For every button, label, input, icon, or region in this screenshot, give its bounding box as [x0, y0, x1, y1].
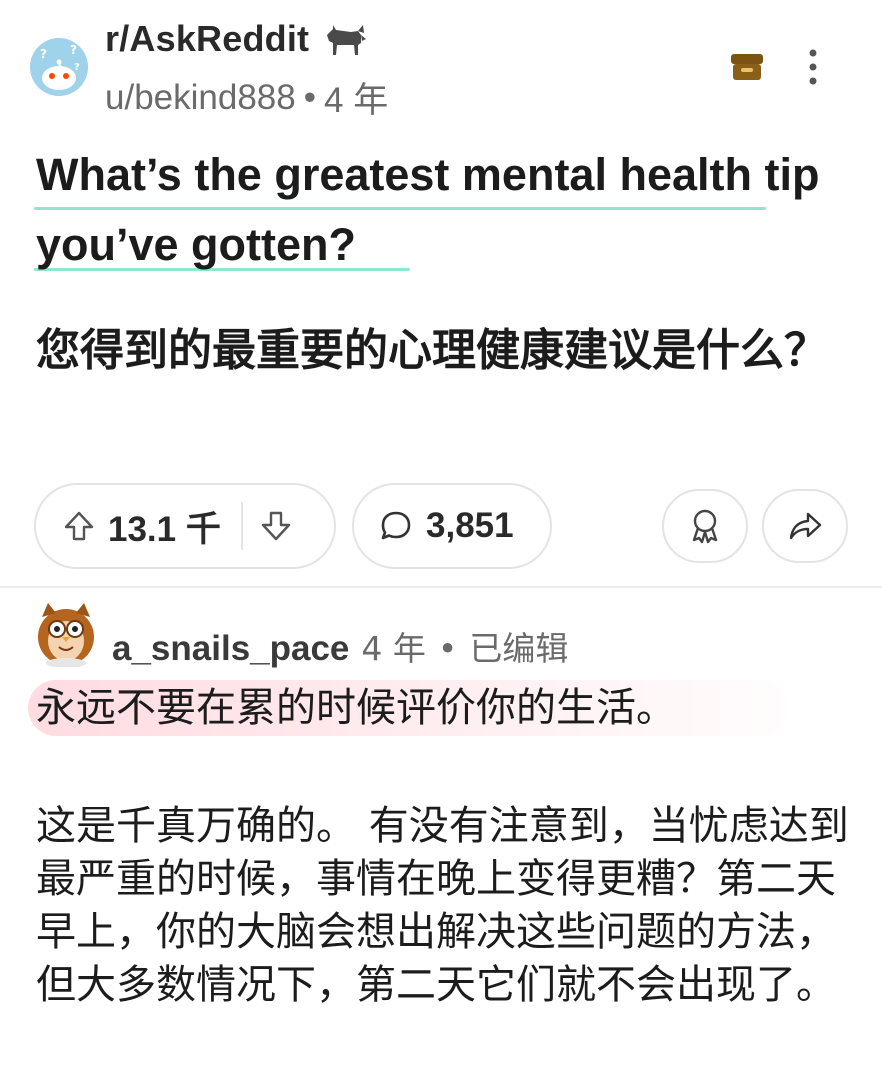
- edited-label: 已编辑: [469, 629, 569, 668]
- vote-control: 13.1 千: [34, 483, 336, 569]
- donkey-icon: [327, 25, 367, 55]
- post-header: ? ? ? r/AskReddit u/bekind888 • 4 年: [0, 0, 882, 130]
- share-button[interactable]: [762, 489, 848, 563]
- subreddit-avatar[interactable]: ? ? ?: [30, 38, 88, 96]
- svg-text:?: ?: [40, 47, 47, 61]
- subreddit-row: r/AskReddit: [105, 18, 367, 60]
- comment-body: 这是千真万确的。 有没有注意到，当忧虑达到最严重的时候，事情在晚上变得更糟？第二…: [36, 803, 849, 1008]
- share-arrow-icon: [789, 512, 822, 540]
- author-row: u/bekind888 • 4 年: [105, 72, 388, 123]
- award-icon: [692, 509, 718, 544]
- speech-bubble-icon: [381, 511, 411, 540]
- upvote-count: 13.1 千: [108, 509, 221, 549]
- owl-avatar[interactable]: [32, 595, 100, 667]
- snoo-avatar-icon: ? ? ?: [30, 38, 88, 96]
- post-title-chinese: 您得到的最重要的心理健康建议是什么？: [36, 325, 828, 376]
- comment-meta: a_snails_pace 4 年 • 已编辑: [112, 622, 568, 670]
- svg-text:?: ?: [74, 62, 80, 73]
- comment-first-line: 永远不要在累的时候评价你的生活。: [36, 685, 676, 731]
- comments-button[interactable]: 3,851: [352, 483, 552, 569]
- post-age: 4 年: [324, 81, 389, 120]
- post-title-english[interactable]: What’s the greatest mental health tip yo…: [36, 140, 836, 280]
- subreddit-name[interactable]: r/AskReddit: [105, 18, 309, 60]
- downvote-arrow-icon[interactable]: [259, 509, 293, 543]
- comment-age: 4 年: [361, 629, 426, 668]
- upvote-arrow-icon[interactable]: [62, 509, 96, 543]
- comment-username[interactable]: a_snails_pace: [112, 629, 349, 669]
- vote-divider: [240, 502, 243, 550]
- author-name[interactable]: u/bekind888: [105, 78, 296, 118]
- vertical-ellipsis-icon[interactable]: [798, 45, 828, 89]
- archive-box-icon[interactable]: [730, 52, 764, 82]
- award-button[interactable]: [662, 489, 748, 563]
- comment-count: 3,851: [426, 506, 514, 545]
- post-comment-separator: [0, 586, 882, 588]
- svg-text:?: ?: [70, 43, 77, 57]
- comment-meta-separator: •: [437, 629, 458, 668]
- meta-separator: •: [303, 77, 316, 117]
